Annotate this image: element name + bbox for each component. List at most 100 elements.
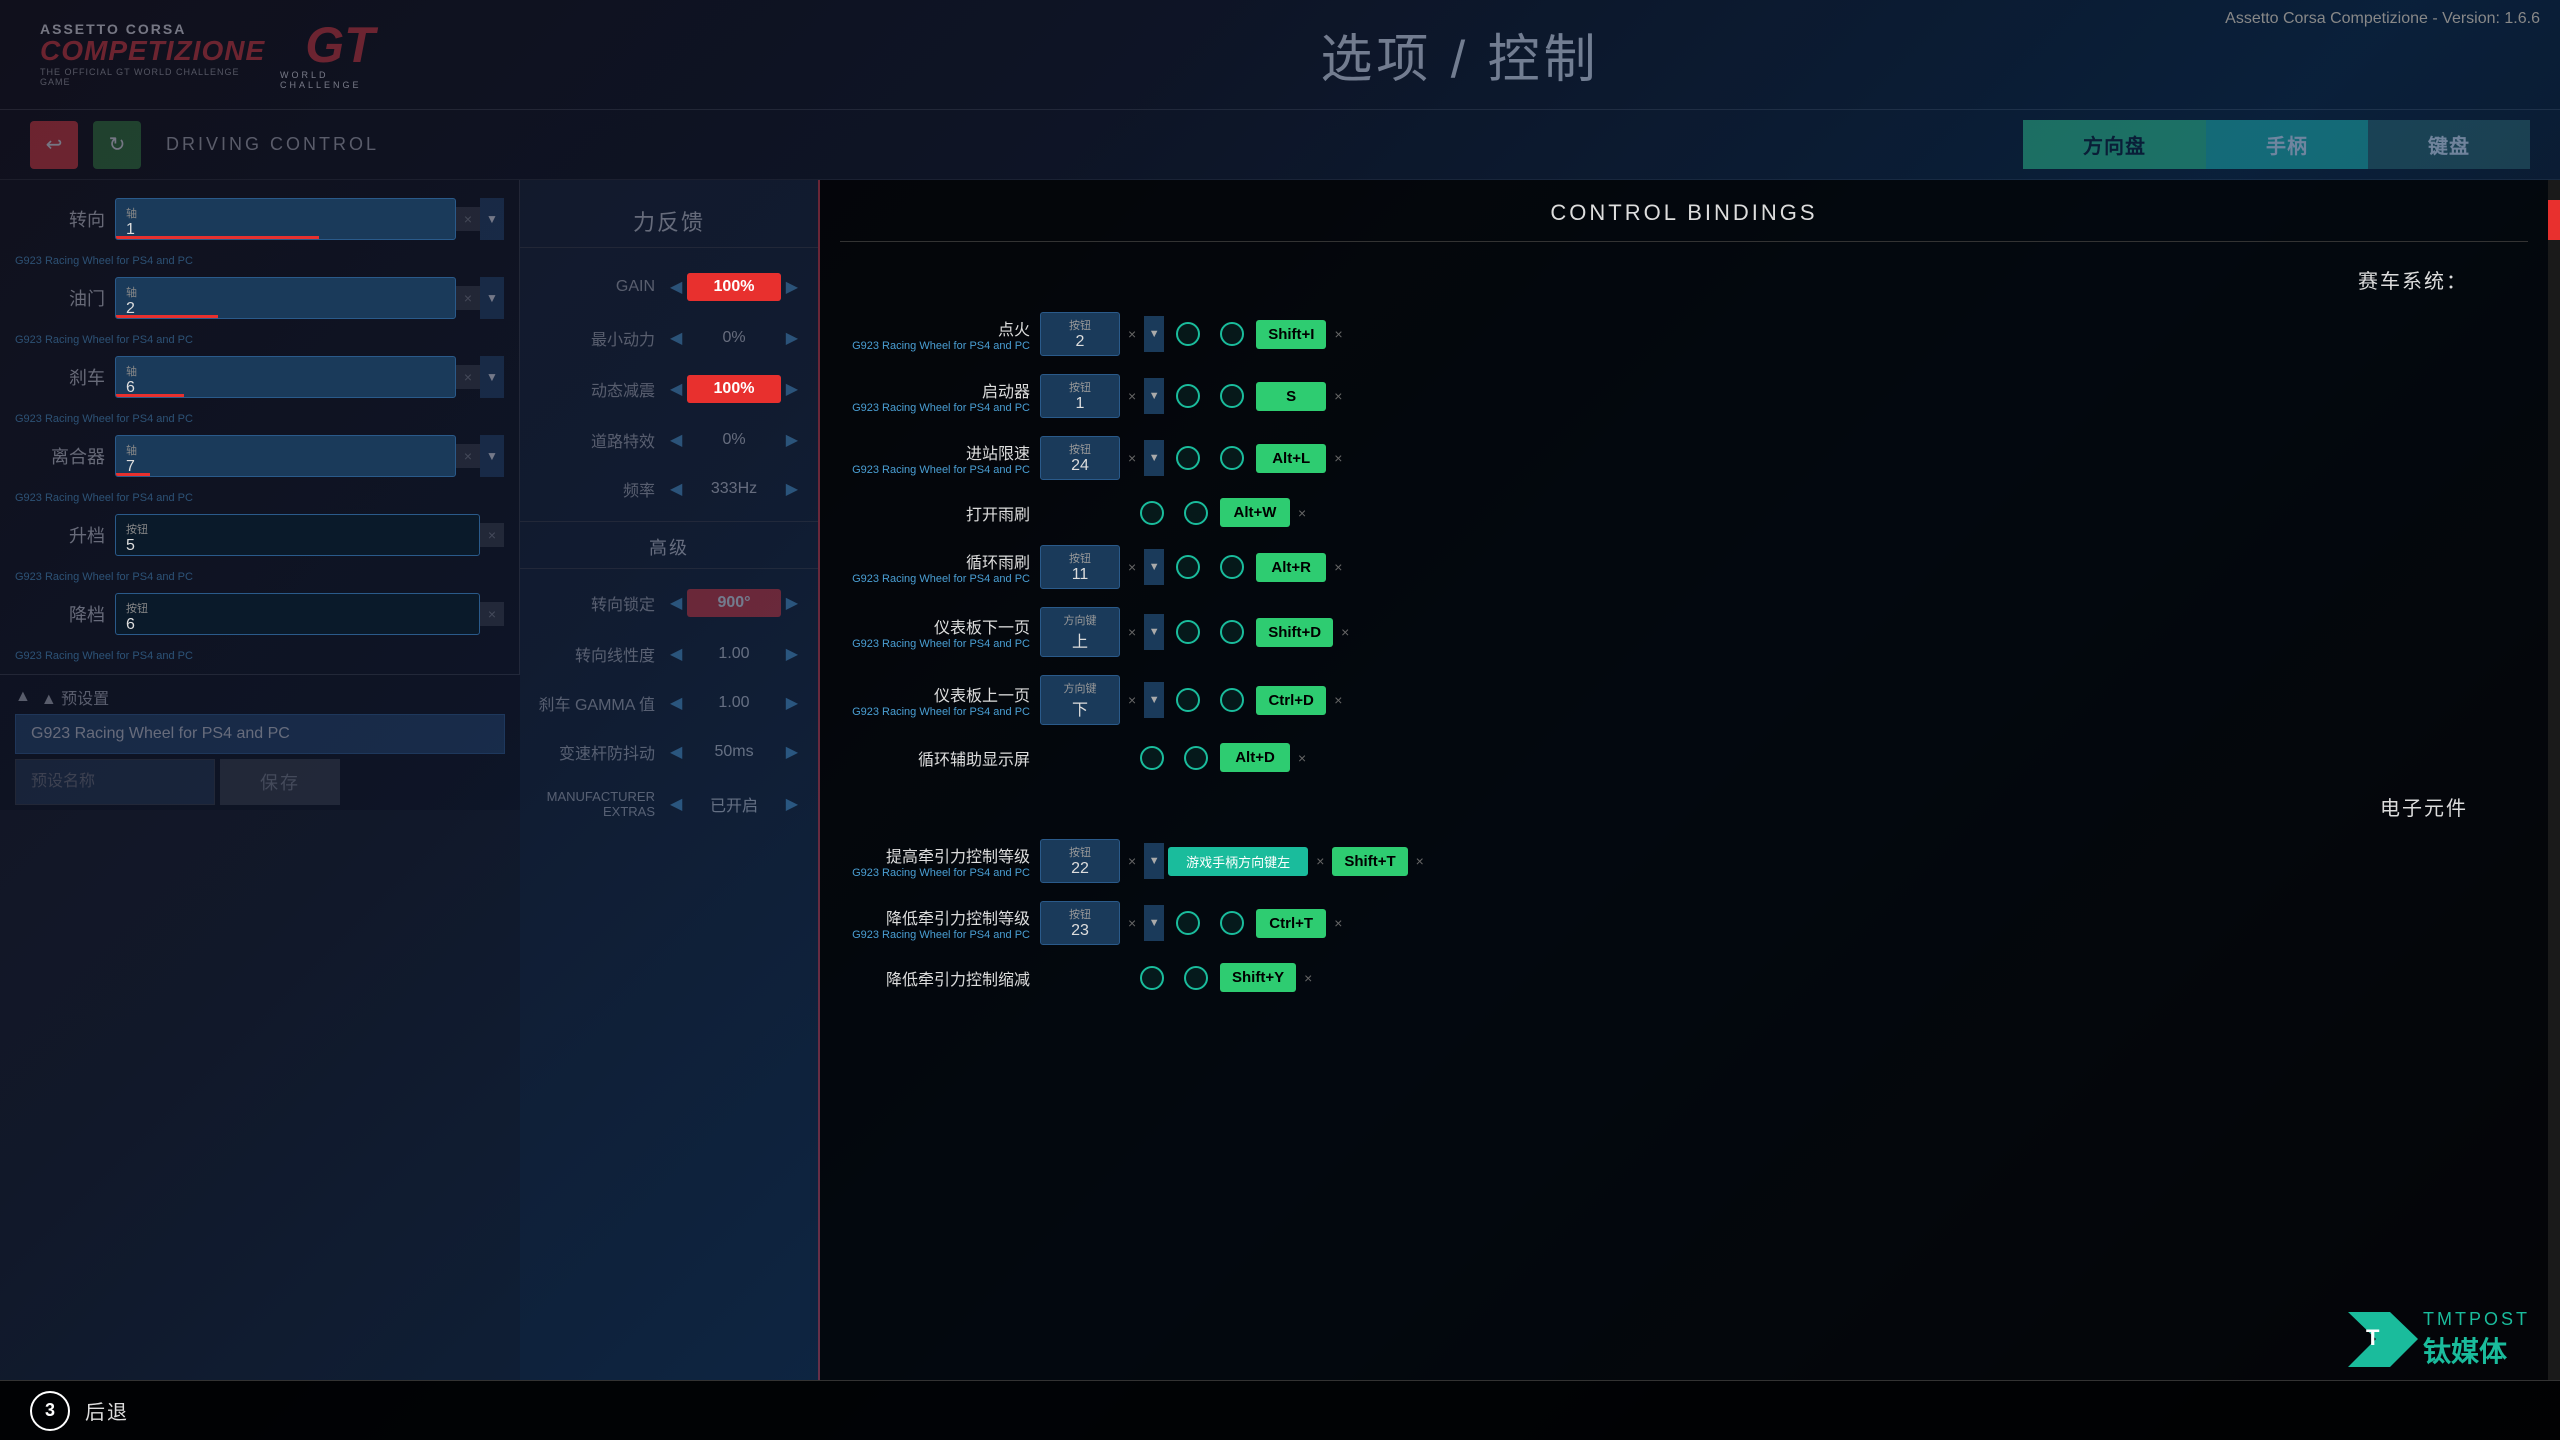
- cb-tcup-binding: 按钮 22 × ▼ 游戏手柄方向键左 × Shift+T ×: [1040, 839, 1428, 883]
- cb-ignition-dropdown[interactable]: ▼: [1144, 316, 1164, 352]
- cb-dashnext-key-clear[interactable]: ×: [1337, 624, 1353, 640]
- cb-tcup-extra-clear[interactable]: ×: [1312, 853, 1328, 869]
- cb-wiperon-circle: [1140, 501, 1164, 525]
- cb-pitlimiter-key-clear[interactable]: ×: [1330, 450, 1346, 466]
- cb-tcup-label: 提高牵引力控制等级 G923 Racing Wheel for PS4 and …: [840, 843, 1040, 879]
- cb-wiperon-circle2: [1184, 501, 1208, 525]
- cb-pitlimiter-circle2: [1220, 446, 1244, 470]
- ff-dynamic-value: 100%: [687, 375, 780, 403]
- cb-pitlimiter-box: 按钮 24: [1040, 436, 1120, 480]
- cb-dashprev-clear[interactable]: ×: [1124, 692, 1140, 708]
- cb-cycleassist-circle: [1140, 746, 1164, 770]
- cb-ignition-key-clear[interactable]: ×: [1330, 326, 1346, 342]
- cb-cycleassist-key: Alt+D: [1220, 743, 1290, 772]
- cb-cycleassist-binding: Alt+D ×: [1040, 743, 1310, 772]
- cb-section-car-title: 赛车系统：: [840, 257, 2528, 306]
- cb-wiperon-key-clear[interactable]: ×: [1294, 505, 1310, 521]
- cb-tcdown-key-clear[interactable]: ×: [1330, 915, 1346, 931]
- tmtpost-en-label: TMTPOST: [2423, 1309, 2530, 1330]
- cb-starter-dropdown[interactable]: ▼: [1144, 378, 1164, 414]
- cb-tcdown-key: Ctrl+T: [1256, 909, 1326, 938]
- cb-tcdown-circle2: [1220, 911, 1244, 935]
- cb-ignition-binding: 按钮 2 × ▼ Shift+I ×: [1040, 312, 1347, 356]
- cb-dashnext-device: G923 Racing Wheel for PS4 and PC: [840, 638, 1030, 650]
- cb-starter-clear[interactable]: ×: [1124, 388, 1140, 404]
- cb-cycleassist-label: 循环辅助显示屏: [840, 746, 1040, 770]
- cb-dashnext-key: Shift+D: [1256, 618, 1333, 647]
- cb-starter-device: G923 Racing Wheel for PS4 and PC: [840, 402, 1030, 414]
- cb-tccutdown-binding: Shift+Y ×: [1040, 963, 1316, 992]
- cb-pitlimiter-clear[interactable]: ×: [1124, 450, 1140, 466]
- upshift-binding: 按钮 5: [115, 514, 480, 556]
- cb-dashnext-circle: [1176, 620, 1200, 644]
- tmtpost-logo: T TMTPOST 钛媒体: [2348, 1309, 2530, 1370]
- cb-wipercycle-key: Alt+R: [1256, 553, 1326, 582]
- cb-dashprev-dropdown[interactable]: ▼: [1144, 682, 1164, 718]
- downshift-binding: 按钮 6: [115, 593, 480, 635]
- cb-pitlimiter-device: G923 Racing Wheel for PS4 and PC: [840, 464, 1030, 476]
- cb-starter-label: 启动器 G923 Racing Wheel for PS4 and PC: [840, 378, 1040, 414]
- cb-dashnext-dropdown[interactable]: ▼: [1144, 614, 1164, 650]
- cb-dashprev-key-clear[interactable]: ×: [1330, 692, 1346, 708]
- cb-pitlimiter-dropdown[interactable]: ▼: [1144, 440, 1164, 476]
- cb-wiperon-key: Alt+W: [1220, 498, 1290, 527]
- cb-ignition-row: 点火 G923 Racing Wheel for PS4 and PC 按钮 2…: [840, 306, 2528, 362]
- steering-binding: 轴 1: [115, 198, 456, 240]
- cb-wipercycle-row: 循环雨刷 G923 Racing Wheel for PS4 and PC 按钮…: [840, 539, 2528, 595]
- cb-tccutdown-label: 降低牵引力控制缩减: [840, 966, 1040, 990]
- cb-dashnext-box: 方向键 上: [1040, 607, 1120, 657]
- cb-dashprev-circle: [1176, 688, 1200, 712]
- cb-dashprev-row: 仪表板上一页 G923 Racing Wheel for PS4 and PC …: [840, 669, 2528, 731]
- cb-starter-key: S: [1256, 382, 1326, 411]
- cb-dashprev-label: 仪表板上一页 G923 Racing Wheel for PS4 and PC: [840, 682, 1040, 718]
- cb-pitlimiter-circle: [1176, 446, 1200, 470]
- cb-ignition-device: G923 Racing Wheel for PS4 and PC: [840, 340, 1030, 352]
- cb-dashnext-row: 仪表板下一页 G923 Racing Wheel for PS4 and PC …: [840, 601, 2528, 663]
- cb-cycleassist-row: 循环辅助显示屏 Alt+D ×: [840, 737, 2528, 778]
- cb-starter-binding: 按钮 1 × ▼ S ×: [1040, 374, 1346, 418]
- cb-dashprev-key: Ctrl+D: [1256, 686, 1326, 715]
- cb-tcup-box: 按钮 22: [1040, 839, 1120, 883]
- cb-wipercycle-device: G923 Racing Wheel for PS4 and PC: [840, 573, 1030, 585]
- cb-ignition-circle2: [1220, 322, 1244, 346]
- cb-starter-key-clear[interactable]: ×: [1330, 388, 1346, 404]
- cb-pitlimiter-key: Alt+L: [1256, 444, 1326, 473]
- cb-title: CONTROL BINDINGS: [840, 195, 2528, 242]
- cb-ignition-key: Shift+I: [1256, 320, 1326, 349]
- cb-starter-row: 启动器 G923 Racing Wheel for PS4 and PC 按钮 …: [840, 368, 2528, 424]
- scrollbar[interactable]: [2548, 180, 2560, 1380]
- cb-tccutdown-key-clear[interactable]: ×: [1300, 970, 1316, 986]
- cb-tcdown-binding: 按钮 23 × ▼ Ctrl+T ×: [1040, 901, 1346, 945]
- cb-tcdown-dropdown[interactable]: ▼: [1144, 905, 1164, 941]
- cb-dashnext-label: 仪表板下一页 G923 Racing Wheel for PS4 and PC: [840, 614, 1040, 650]
- cb-ignition-circle: [1176, 322, 1200, 346]
- back-label: 后退: [85, 1396, 129, 1425]
- tmtpost-cn-label: 钛媒体: [2423, 1330, 2530, 1370]
- cb-dashprev-device: G923 Racing Wheel for PS4 and PC: [840, 706, 1030, 718]
- throttle-binding: 轴 2: [115, 277, 456, 319]
- cb-tcdown-device: G923 Racing Wheel for PS4 and PC: [840, 929, 1030, 941]
- cb-wipercycle-dropdown[interactable]: ▼: [1144, 549, 1164, 585]
- cb-dashnext-clear[interactable]: ×: [1124, 624, 1140, 640]
- back-circle-btn[interactable]: 3: [30, 1391, 70, 1431]
- cb-dashprev-circle2: [1220, 688, 1244, 712]
- cb-wipercycle-circle: [1176, 555, 1200, 579]
- bottom-bar: 3 后退: [0, 1380, 2560, 1440]
- cb-section-electronics-title: 电子元件: [840, 784, 2528, 833]
- cb-tcup-row: 提高牵引力控制等级 G923 Racing Wheel for PS4 and …: [840, 833, 2528, 889]
- cb-wipercycle-key-clear[interactable]: ×: [1330, 559, 1346, 575]
- cb-cycleassist-key-clear[interactable]: ×: [1294, 750, 1310, 766]
- scrollbar-thumb[interactable]: [2548, 200, 2560, 240]
- cb-tcup-dropdown[interactable]: ▼: [1144, 843, 1164, 879]
- cb-wipercycle-clear[interactable]: ×: [1124, 559, 1140, 575]
- cb-tcdown-clear[interactable]: ×: [1124, 915, 1140, 931]
- tmtpost-text-group: TMTPOST 钛媒体: [2423, 1309, 2530, 1370]
- cb-dashprev-binding: 方向键 下 × ▼ Ctrl+D ×: [1040, 675, 1346, 725]
- cb-starter-box: 按钮 1: [1040, 374, 1120, 418]
- cb-wipercycle-label: 循环雨刷 G923 Racing Wheel for PS4 and PC: [840, 549, 1040, 585]
- cb-tcup-clear[interactable]: ×: [1124, 853, 1140, 869]
- cb-tcup-key-clear[interactable]: ×: [1412, 853, 1428, 869]
- cb-ignition-clear[interactable]: ×: [1124, 326, 1140, 342]
- cb-tcup-device: G923 Racing Wheel for PS4 and PC: [840, 867, 1030, 879]
- cb-tccutdown-row: 降低牵引力控制缩减 Shift+Y ×: [840, 957, 2528, 998]
